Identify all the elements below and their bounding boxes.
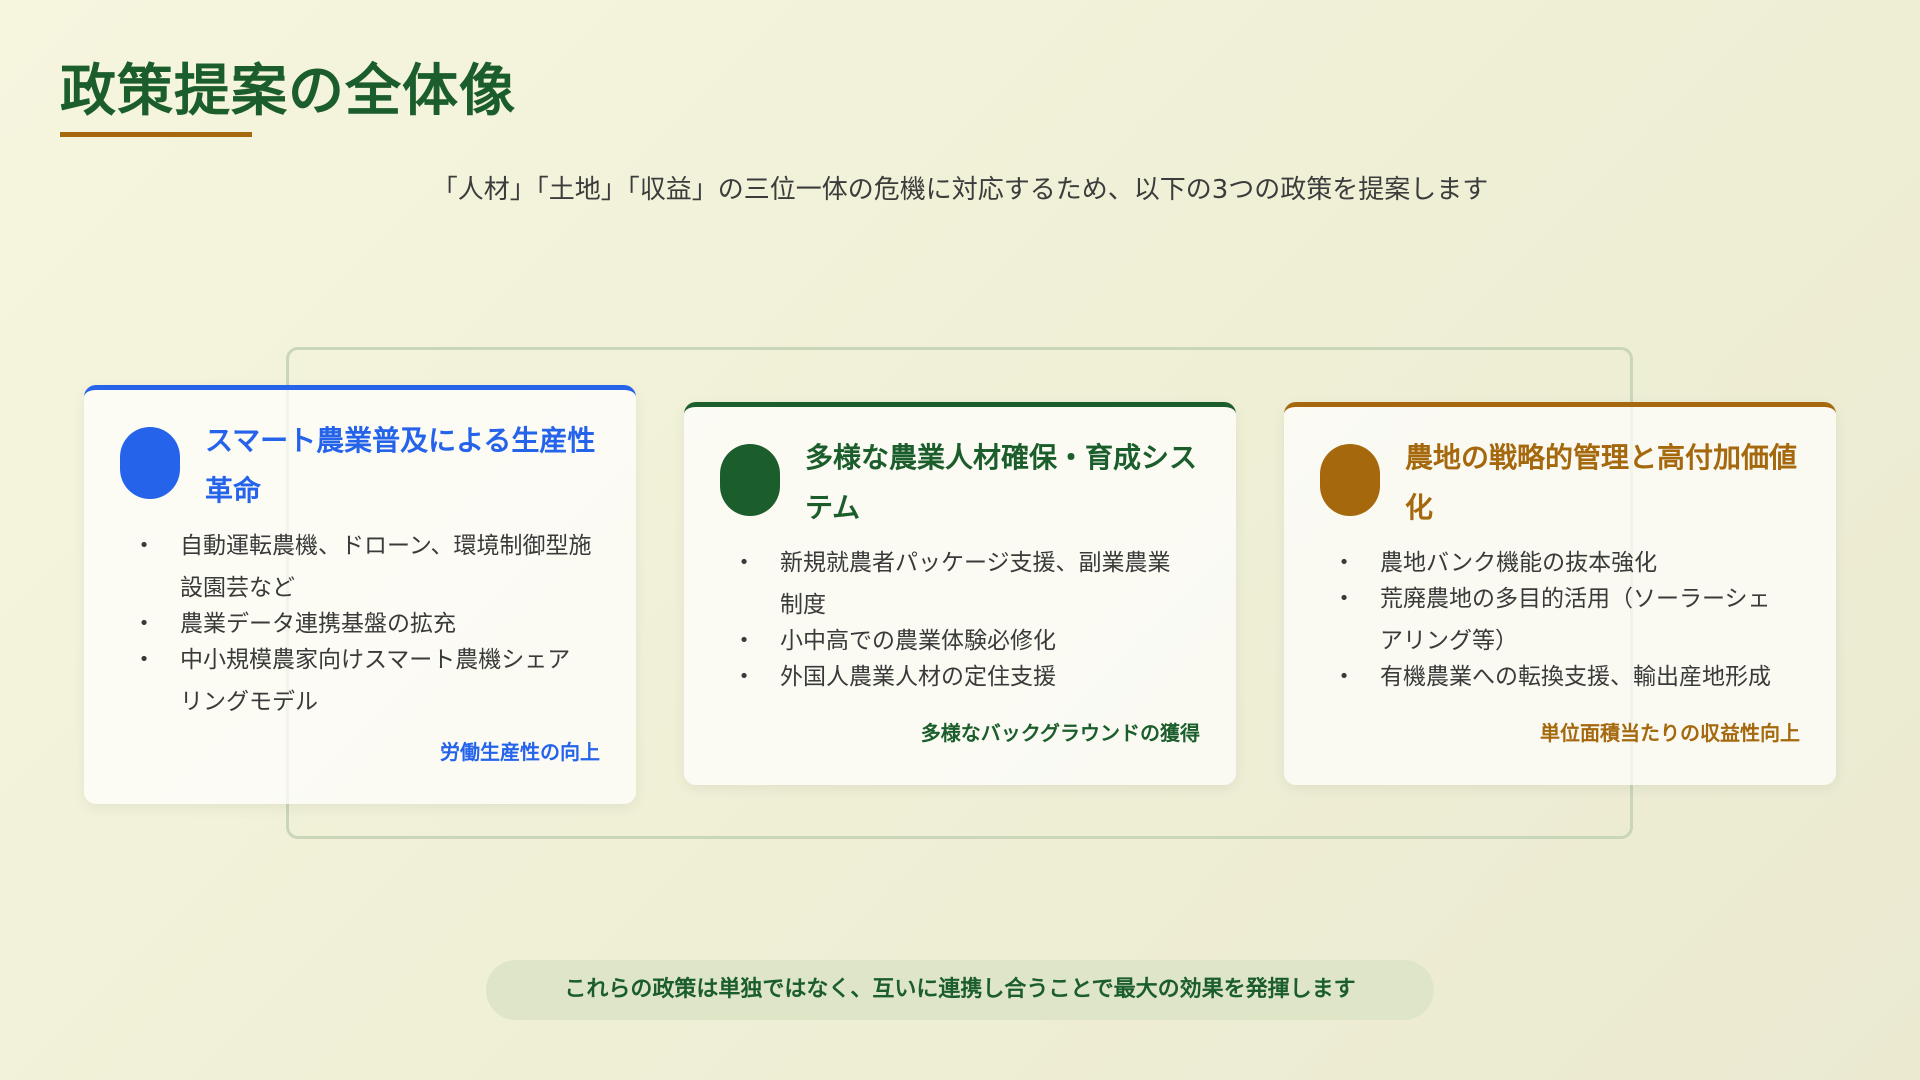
policy-measure-item: • 有機農業への転換支援、輸出産地形成 [1332,656,1792,698]
policy-card-smart-agriculture: スマート農業普及による生産性革命 • 自動運転農機、ドローン、環境制御型施設園芸な… [84,385,636,804]
policy-outcome-label: 単位面積当たりの収益性向上 [1540,721,1800,745]
policy-card-title: スマート農業普及による生産性革命 [205,424,596,507]
title-underline [60,132,252,137]
page-subtitle: 「人材」「土地」「収益」の三位一体の危機に対応するため、以下の3つの政策を提案し… [431,175,1489,205]
policy-card-human-resources: 多様な農業人材確保・育成システム • 新規就農者パッケージ支援、副業農業制度 • 小… [684,402,1236,785]
summary-banner: これらの政策は単独ではなく、互いに連携し合うことで最大の効果を発揮します [486,960,1434,1020]
policy-card-title: 多様な農業人材確保・育成システム [805,441,1198,524]
policy-measure-item: • 外国人農業人材の定住支援 [732,656,1192,698]
policy-card-farmland: 農地の戦略的管理と高付加価値化 • 農地バンク機能の抜本強化 • 荒廃農地の多目的活… [1284,402,1836,785]
policy-outcome-label: 多様なバックグラウンドの獲得 [920,721,1200,745]
policy-marker-icon [1320,444,1380,516]
policy-marker-icon [120,427,180,499]
bullet-icon: • [138,649,150,670]
bullet-icon: • [138,535,150,556]
bullet-icon: • [738,552,750,573]
policy-outcome-label: 労働生産性の向上 [440,740,600,764]
bullet-icon: • [738,666,750,687]
bullet-icon: • [1338,588,1350,609]
policy-marker-icon [720,444,780,516]
bullet-icon: • [1338,666,1350,687]
policy-measure-list: • 新規就農者パッケージ支援、副業農業制度 • 小中高での農業体験必修化 • 外国人農… [732,542,1192,692]
policy-measure-item: • 自動運転農機、ドローン、環境制御型施設園芸など [132,525,592,609]
policy-measure-item: • 荒廃農地の多目的活用（ソーラーシェアリング等） [1332,578,1792,662]
policy-measure-list: • 自動運転農機、ドローン、環境制御型施設園芸など • 農業データ連携基盤の拡充 •… [132,525,592,717]
policy-card-title: 農地の戦略的管理と高付加価値化 [1405,441,1798,524]
policy-measure-item: • 新規就農者パッケージ支援、副業農業制度 [732,542,1192,626]
page-title: 政策提案の全体像 [60,59,516,124]
policy-measure-list: • 農地バンク機能の抜本強化 • 荒廃農地の多目的活用（ソーラーシェアリング等） •… [1332,542,1792,692]
policy-measure-item: • 中小規模農家向けスマート農機シェアリングモデル [132,639,592,723]
